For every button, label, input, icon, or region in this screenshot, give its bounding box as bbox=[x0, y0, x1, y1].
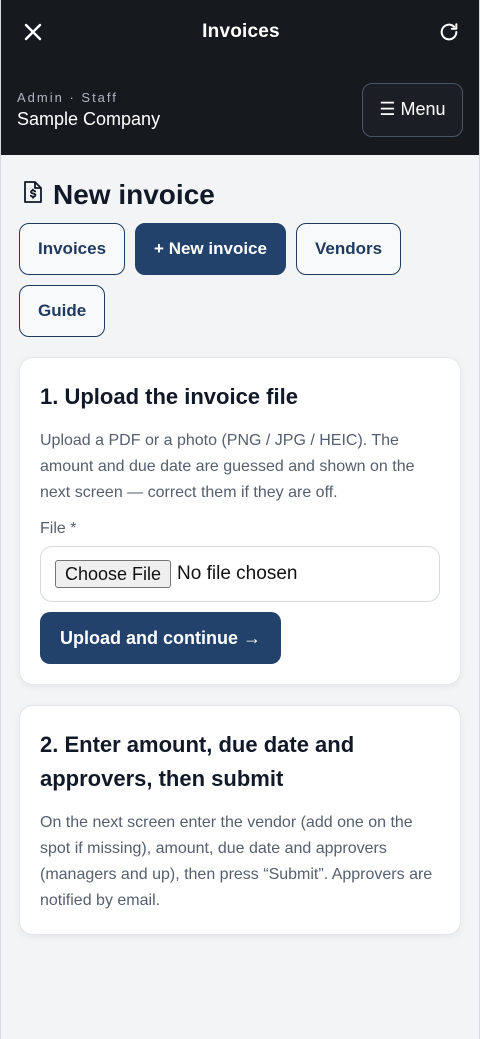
app-title: Invoices bbox=[202, 21, 280, 42]
upload-step-title: 1. Upload the invoice file bbox=[40, 384, 298, 409]
top-bar: Invoices bbox=[1, 0, 479, 64]
account-info: Admin · Staff Sample Company bbox=[17, 90, 160, 130]
file-input[interactable]: Choose File No file chosen bbox=[40, 546, 440, 602]
page-heading: New invoice bbox=[23, 179, 461, 211]
tab-invoices[interactable]: Invoices bbox=[19, 223, 126, 275]
upload-continue-button[interactable]: Upload and continue → bbox=[40, 612, 281, 664]
tab-vendors[interactable]: Vendors bbox=[295, 223, 402, 275]
choose-file-button[interactable]: Choose File bbox=[55, 560, 172, 588]
close-icon[interactable] bbox=[21, 20, 45, 44]
company-name: Sample Company bbox=[17, 108, 161, 129]
refresh-icon[interactable] bbox=[437, 20, 461, 44]
invoice-file-icon bbox=[23, 179, 43, 211]
tab-new-invoice[interactable]: + New invoice bbox=[135, 223, 286, 275]
file-status-text: No file chosen bbox=[177, 563, 298, 584]
submit-step-description: On the next screen enter the vendor (add… bbox=[40, 814, 433, 909]
menu-button[interactable]: ☰ Menu bbox=[362, 82, 463, 137]
file-field-label: File * bbox=[40, 520, 77, 537]
submit-step-card: 2. Enter amount, due date and approvers,… bbox=[19, 705, 461, 935]
upload-step-card: 1. Upload the invoice file Upload a PDF … bbox=[19, 357, 461, 685]
user-role: Admin · Staff bbox=[17, 89, 118, 105]
submit-step-title: 2. Enter amount, due date and approvers,… bbox=[40, 732, 355, 791]
tab-guide[interactable]: Guide bbox=[19, 285, 106, 337]
main-content: New invoice Invoices + New invoice Vendo… bbox=[1, 155, 479, 935]
section-tabs: Invoices + New invoice Vendors Guide bbox=[19, 223, 419, 337]
account-header: Admin · Staff Sample Company ☰ Menu bbox=[1, 64, 479, 155]
page-title: New invoice bbox=[53, 179, 215, 210]
upload-step-description: Upload a PDF or a photo (PNG / JPG / HEI… bbox=[40, 432, 415, 501]
